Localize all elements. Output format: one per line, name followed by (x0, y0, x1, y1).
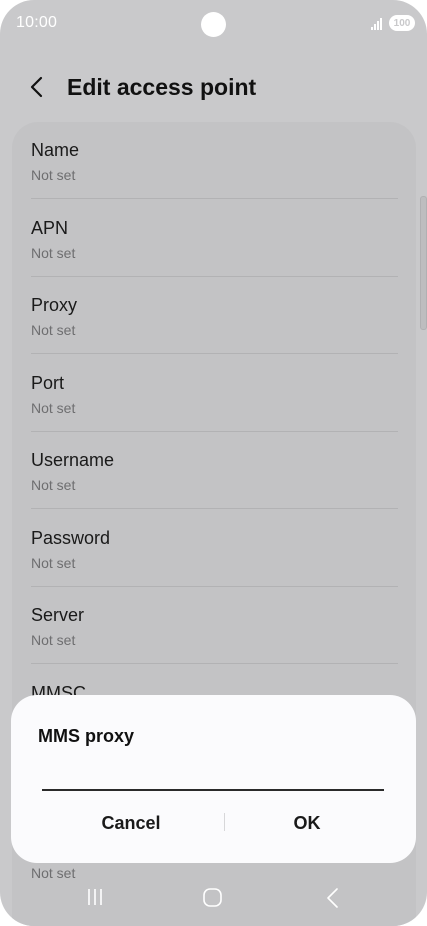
battery-icon: 100 (389, 15, 415, 31)
mms-proxy-dialog: MMS proxy Cancel OK (11, 695, 416, 863)
back-icon[interactable] (325, 887, 341, 909)
navigation-bar (0, 878, 427, 918)
mms-proxy-input[interactable] (42, 753, 384, 791)
recents-icon[interactable] (86, 888, 104, 906)
list-item-port[interactable]: Port Not set (12, 355, 416, 432)
list-item-password[interactable]: Password Not set (12, 510, 416, 587)
list-item-label: APN (31, 218, 69, 238)
list-item-value: Not set (31, 167, 76, 183)
list-item-value: Not set (31, 322, 76, 338)
list-item-name[interactable]: Name Not set (12, 122, 416, 199)
list-item-label: Port (31, 373, 65, 393)
dialog-title: MMS proxy (38, 726, 135, 746)
list-item-label: Server (31, 605, 85, 625)
divider (31, 198, 398, 199)
list-item-value: Not set (31, 400, 76, 416)
list-item-apn[interactable]: APN Not set (12, 200, 416, 277)
list-item-username[interactable]: Username Not set (12, 432, 416, 509)
app-header: Edit access point (0, 62, 427, 114)
status-time: 10:00 (16, 14, 58, 31)
signal-icon (371, 16, 385, 30)
divider (31, 663, 398, 664)
ok-button[interactable]: OK (217, 803, 397, 843)
phone-screen: 10:00 100 Edit access point Name Not set… (0, 0, 427, 926)
divider (31, 353, 398, 354)
camera-cutout (201, 12, 226, 37)
list-item-proxy[interactable]: Proxy Not set (12, 277, 416, 354)
page-title: Edit access point (67, 74, 257, 100)
cancel-button[interactable]: Cancel (41, 803, 221, 843)
list-item-label: Password (31, 528, 111, 548)
list-item-value: Not set (31, 555, 76, 571)
home-icon[interactable] (203, 888, 222, 907)
list-item-server[interactable]: Server Not set (12, 587, 416, 664)
list-item-value: Not set (31, 245, 76, 261)
list-item-label: Proxy (31, 295, 78, 315)
chevron-left-icon[interactable] (28, 76, 48, 98)
list-item-label: Name (31, 140, 80, 160)
list-item-value: Not set (31, 632, 76, 648)
status-bar: 10:00 100 (0, 0, 427, 48)
divider (31, 508, 398, 509)
list-item-value: Not set (31, 477, 76, 493)
scrollbar[interactable] (420, 196, 427, 330)
list-item-label: Username (31, 450, 115, 470)
